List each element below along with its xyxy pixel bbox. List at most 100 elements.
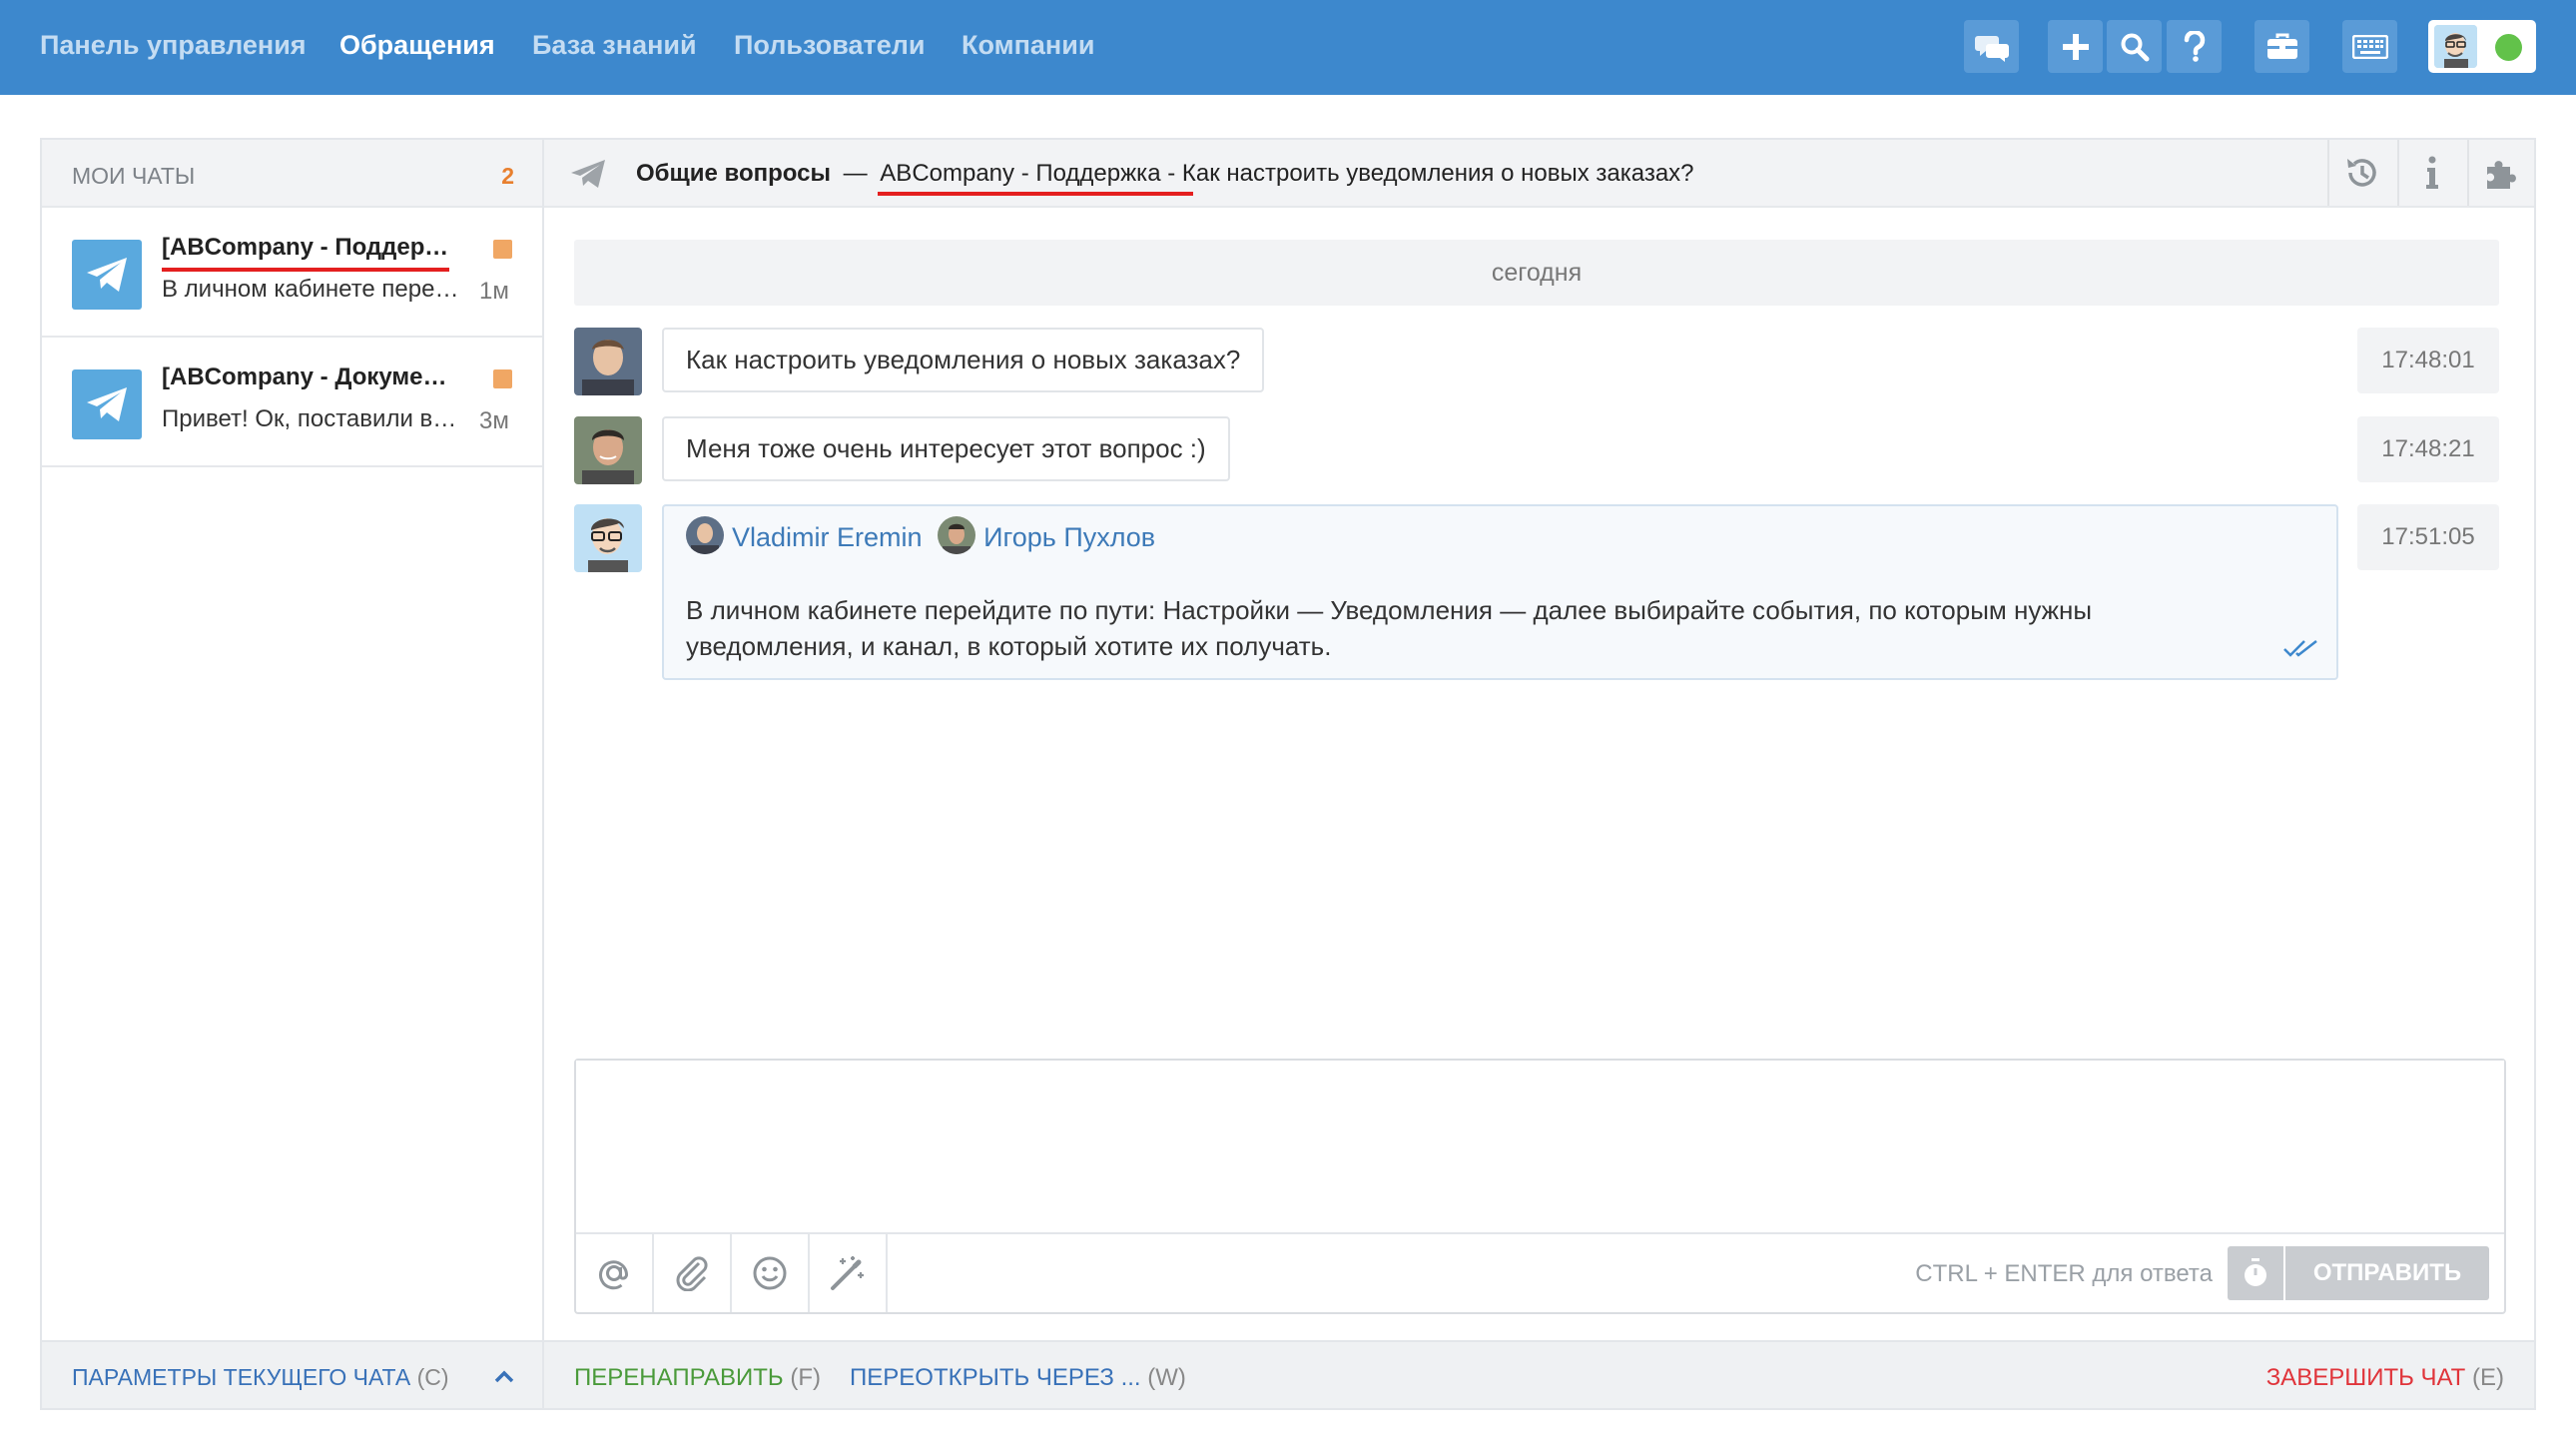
puzzle-icon [2487,161,2516,189]
info-icon [2426,156,2438,189]
operator-message-bubble: Vladimir Eremin Игорь Пухлов В личном ка… [662,504,2338,680]
conversation-header: Общие вопросы — ABCompany - Поддержка - … [544,140,2534,208]
conversation-panel: Общие вопросы — ABCompany - Поддержка - … [544,140,2534,1408]
chat-item-time: 3м [479,407,509,434]
client-avatar [574,416,642,484]
mention-button[interactable] [576,1234,654,1312]
forward-label: ПЕРЕНАПРАВИТЬ [574,1364,784,1391]
message-time: 17:48:21 [2357,416,2499,482]
my-chats-sidebar: МОИ ЧАТЫ 2 [ABCompany - Поддержка] Как н… [42,140,544,1408]
chats-icon [1974,35,2009,62]
shortcut-hint: (E) [2472,1364,2504,1391]
operator-avatar [574,504,642,572]
nav-dashboard[interactable]: Панель управления [40,30,307,61]
paper-plane-icon [571,160,605,188]
attach-button[interactable] [654,1234,732,1312]
history-icon [2347,159,2376,187]
paperclip-icon [676,1256,708,1291]
nav-knowledge-base[interactable]: База знаний [532,30,697,61]
conversation-title: Общие вопросы — ABCompany - Поддержка - … [636,160,1694,188]
recipient-name[interactable]: Vladimir Eremin [732,522,923,552]
plugins-button[interactable] [2467,140,2535,206]
chat-list-item[interactable]: [ABCompany - Поддержка] Как настроить ув… [42,208,542,338]
title-separator: — [843,160,868,187]
finish-chat-button[interactable]: ЗАВЕРШИТЬ ЧАТ (E) [2266,1364,2504,1392]
my-chats-header: МОИ ЧАТЫ 2 [42,140,542,208]
history-button[interactable] [2327,140,2395,206]
conversation-channel: ABCompany - Поддержка [880,160,1161,187]
chevron-up-icon[interactable] [493,1366,515,1386]
shortcut-hint: (F) [790,1364,821,1391]
recipient-name[interactable]: Игорь Пухлов [983,522,1155,552]
current-chat-params-link[interactable]: ПАРАМЕТРЫ ТЕКУЩЕГО ЧАТА (C) [72,1364,449,1391]
recipient-avatar [938,516,976,554]
annotation-underline [162,268,449,272]
search-icon [2121,33,2149,61]
message-bubble: Меня тоже очень интересует этот вопрос :… [662,416,1230,481]
finish-label: ЗАВЕРШИТЬ ЧАТ [2265,1364,2466,1391]
conversation-category: Общие вопросы [636,160,831,187]
chat-item-snippet: Привет! Ок, поставили в работу [162,405,461,432]
nav-users[interactable]: Пользователи [734,30,925,61]
date-separator: сегодня [574,240,2499,306]
recipient-avatar [686,516,724,554]
telegram-channel-icon [72,240,142,310]
user-menu[interactable] [2428,20,2536,73]
plus-icon [2062,33,2089,60]
current-chat-params-label: ПАРАМЕТРЫ ТЕКУЩЕГО ЧАТА [72,1364,411,1390]
message-recipients: Vladimir Eremin Игорь Пухлов [686,516,1163,556]
chat-item-title: [ABCompany - Документы] [162,363,461,390]
create-button[interactable] [2048,20,2103,73]
message-time: 17:51:05 [2357,504,2499,570]
online-status-indicator [2495,34,2522,61]
client-avatar [574,328,642,395]
message-bubble: Как настроить уведомления о новых заказа… [662,328,1265,392]
conversation-subject: - Как настроить уведомления о новых зака… [1160,160,1694,187]
my-chats-title: МОИ ЧАТЫ [72,163,196,189]
annotation-underline [878,192,1193,196]
stopwatch-icon [2245,1258,2266,1286]
operator-message-text: В личном кабинете перейдите по пути: Нас… [686,595,2093,661]
double-check-icon [2283,640,2317,657]
current-chat-params-bar: ПАРАМЕТРЫ ТЕКУЩЕГО ЧАТА (C) [42,1340,542,1408]
shortcut-hint: (C) [416,1364,449,1390]
message-input[interactable] [576,1061,2504,1232]
magic-wand-icon [831,1256,864,1290]
chat-list-item[interactable]: [ABCompany - Документы] Привет! Ок, пост… [42,338,542,467]
keyboard-icon [2351,34,2388,59]
unread-badge [493,369,512,388]
templates-button[interactable] [810,1234,888,1312]
user-avatar [2434,25,2477,68]
composer-toolbar: CTRL + ENTER для ответа ОТПРАВИТЬ [576,1232,2504,1312]
forward-chat-button[interactable]: ПЕРЕНАПРАВИТЬ (F) [574,1364,821,1392]
briefcase-icon [2266,33,2297,59]
send-button[interactable]: ОТПРАВИТЬ [2285,1246,2489,1300]
chat-workspace: МОИ ЧАТЫ 2 [ABCompany - Поддержка] Как н… [40,138,2536,1410]
my-chats-count: 2 [501,163,514,189]
help-button[interactable] [2167,20,2222,73]
reopen-label: ПЕРЕОТКРЫТЬ ЧЕРЕЗ ... [850,1364,1141,1391]
send-shortcut-hint: CTRL + ENTER для ответа [1915,1260,2213,1287]
at-sign-icon [599,1260,629,1290]
chat-item-title: [ABCompany - Поддержка] Как настроить ув… [162,234,461,261]
top-navigation-bar: Панель управления Обращения База знаний … [0,0,2576,95]
keyboard-button[interactable] [2342,20,2397,73]
nav-requests[interactable]: Обращения [339,30,495,61]
briefcase-button[interactable] [2254,20,2309,73]
nav-companies[interactable]: Компании [962,30,1094,61]
emoji-button[interactable] [732,1234,810,1312]
telegram-channel-icon [72,369,142,439]
message-time: 17:48:01 [2357,328,2499,393]
chat-item-time: 1м [479,278,509,305]
unread-badge [493,240,512,259]
info-button[interactable] [2397,140,2465,206]
delayed-send-button[interactable] [2228,1246,2283,1300]
chats-button[interactable] [1964,20,2019,73]
chat-actions-bar: ПЕРЕНАПРАВИТЬ (F) ПЕРЕОТКРЫТЬ ЧЕРЕЗ ... … [544,1340,2534,1408]
chat-item-snippet: В личном кабинете перейдите по пути: Нас… [162,276,461,303]
reopen-later-button[interactable]: ПЕРЕОТКРЫТЬ ЧЕРЕЗ ... (W) [850,1364,1186,1392]
help-icon [2184,30,2205,62]
message-composer: CTRL + ENTER для ответа ОТПРАВИТЬ [574,1059,2506,1314]
search-button[interactable] [2107,20,2162,73]
shortcut-hint: (W) [1147,1364,1186,1391]
